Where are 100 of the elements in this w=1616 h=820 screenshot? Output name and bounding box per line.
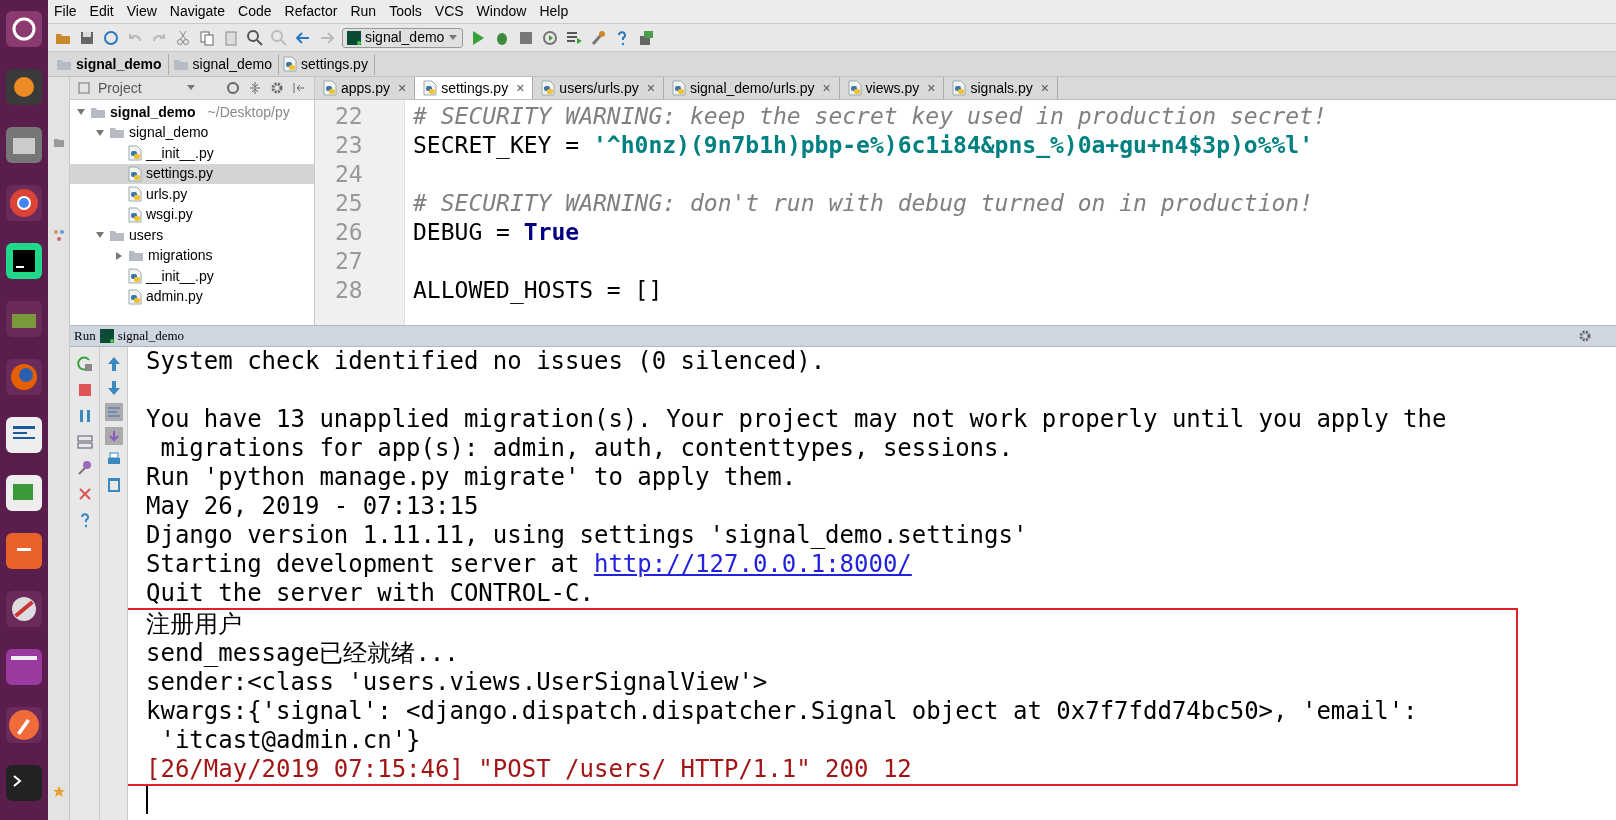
pen-nib-icon[interactable] [5,706,43,744]
menu-item[interactable]: File [54,1,77,22]
menu-item[interactable]: Help [539,1,569,22]
soft-wrap-icon[interactable] [104,403,123,421]
python-file-icon [128,268,142,285]
menu-item[interactable]: VCS [434,1,464,22]
console-line: migrations for app(s): admin, auth, contenttypes, sessions. [159,434,1013,463]
line-number: 26 [334,218,364,247]
circle-logo-icon[interactable] [5,10,43,48]
breadcrumb-item[interactable]: signal_demo [172,53,279,75]
close-icon[interactable]: × [646,77,655,99]
menu-item[interactable]: Refactor [284,1,338,22]
breadcrumb-item[interactable]: settings.py [283,53,375,75]
python-file-icon [128,145,142,162]
tree-item[interactable]: signal_demo [70,122,314,143]
console-line: kwargs:{'signal': <django.dispatch.dispatcher.Signal object at 0x7f7fdd74bc50>, 'email': [146,697,1418,726]
tree-item[interactable]: users [70,225,314,246]
python-file-icon [128,206,142,223]
chip-save-icon[interactable] [637,28,656,47]
console-line: System check identified no issues (0 silenced). [146,347,826,376]
close-icon[interactable]: × [822,77,831,99]
folder-icon [56,57,72,71]
line-number: 24 [334,160,364,189]
tree-item[interactable]: __init__.py [70,266,314,287]
tree-item[interactable]: migrations [70,245,314,266]
console-line: send_message已经就绪... [146,639,459,668]
fox-browser-icon[interactable] [5,358,43,396]
tree-item[interactable]: wsgi.py [70,204,314,225]
console-line: You have 13 unapplied migration(s). Your project may not work properly until you apply the [146,405,1447,434]
browser-icon[interactable] [5,184,43,222]
python-file-icon [128,186,142,203]
python-file-icon [283,56,297,72]
server-link[interactable]: http://127.0.0.1:8000/ [593,550,912,578]
cut-icon[interactable] [174,28,192,47]
star-icon[interactable] [52,786,65,798]
tree-item[interactable]: __init__.py [70,143,314,164]
close-icon[interactable]: × [1040,77,1049,99]
line-number: 22 [334,102,364,131]
copy-icon[interactable] [198,28,216,47]
line-number: 27 [334,247,364,276]
gear-icon[interactable] [270,81,284,95]
python-file-icon [323,80,337,96]
hide-panel-icon[interactable] [292,81,306,95]
console-line: Quit the server with CONTROL-C. [146,579,594,608]
python-file-icon [847,80,862,96]
scroll-end-icon[interactable] [104,427,123,445]
text-cursor [146,786,148,814]
panel-title[interactable]: Project [98,77,142,99]
python-file-icon [423,80,438,96]
document-icon[interactable] [5,416,43,454]
python-file-icon [671,80,686,96]
editor-tab[interactable]: settings.py × [415,77,534,99]
django-logo-icon [99,329,114,343]
tree-item[interactable]: signal_demo ~/Desktop/py [70,102,314,123]
sync-icon[interactable] [102,28,120,47]
console-line: 'itcast@admin.cn'} [159,726,421,755]
panel-icon [78,82,90,94]
drawer-icon[interactable] [5,126,43,164]
folder-icon[interactable] [52,137,65,149]
folder-icon [172,57,189,71]
run-config-name[interactable]: signal_demo [117,326,185,346]
collapse-icon[interactable] [248,81,262,95]
code-line: # SECURITY WARNING: keep the secret key used in production secret! [413,102,1328,131]
caret-icon[interactable] [185,85,196,91]
menu-item[interactable]: Run [350,1,377,22]
tree-item[interactable]: urls.py [70,184,314,205]
menu-item[interactable]: Navigate [169,1,226,22]
code-line: SECRET_KEY = '^h0nz)(9n7b1h)pbp-e%)6c1i84&pns_%)0a+gu+n4$3p)o%%l' [413,131,1315,160]
expanded-caret-icon[interactable] [95,127,105,138]
menu-item[interactable]: Window [476,1,527,22]
panel-icon[interactable] [5,648,43,686]
tree-item[interactable]: settings.py [70,163,314,184]
collapsed-caret-icon[interactable] [114,250,124,261]
menu-item[interactable]: Edit [89,1,114,22]
structure-icon[interactable] [52,229,65,241]
folder-icon [109,126,125,140]
code-line: # SECURITY WARNING: don't run with debug turned on in production! [413,189,1315,218]
run-config-dropdown[interactable]: signal_demo [342,27,464,48]
gear-icon[interactable] [1578,329,1592,343]
close-icon[interactable]: × [927,77,936,99]
menu-item[interactable]: View [126,1,157,22]
run-label[interactable]: Run [74,326,96,346]
ide-icon[interactable] [5,242,43,280]
target-icon[interactable] [226,81,240,95]
folder-icon [128,249,144,263]
terminal-icon[interactable] [5,764,43,802]
menu-item[interactable]: Code [238,1,272,22]
tree-item[interactable]: admin.py [70,286,314,307]
layout-icon[interactable] [75,433,94,451]
breadcrumb-item[interactable]: signal_demo [56,53,169,75]
profile-play-icon[interactable] [541,28,560,47]
search-icon[interactable] [246,28,264,47]
console-error-line: [26/May/2019 07:15:46] "POST /users/ HTTP/1.1" 200 12 [146,755,912,784]
rerun-icon[interactable] [75,355,94,373]
python-file-icon [128,165,142,182]
close-icon[interactable]: × [516,77,525,99]
caret-icon [448,34,459,41]
python-file-icon [128,288,142,305]
close-icon[interactable]: × [398,77,407,99]
menu-item[interactable]: Tools [389,1,422,22]
